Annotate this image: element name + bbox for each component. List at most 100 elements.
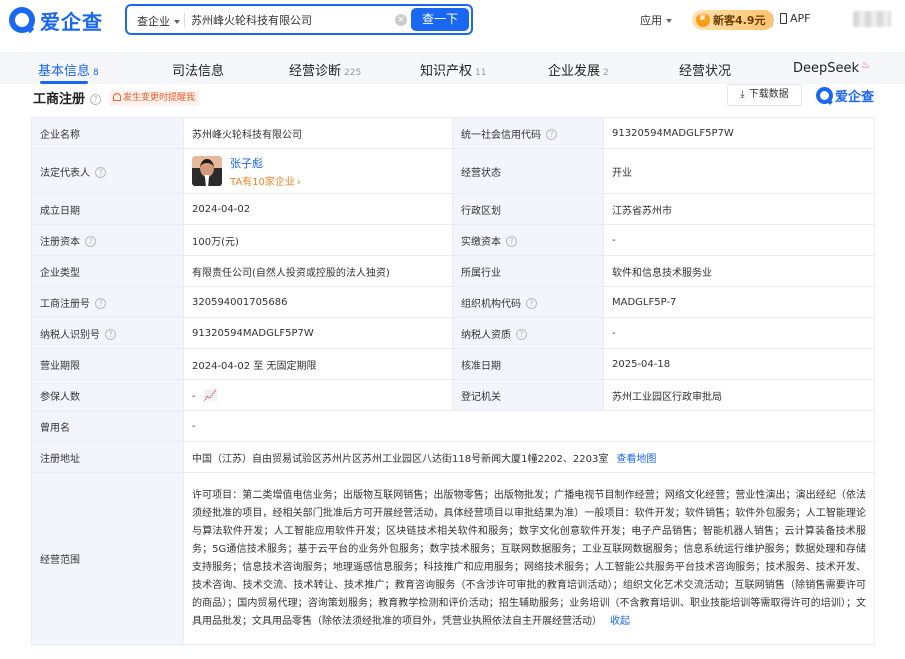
caret-down-icon bbox=[174, 20, 180, 24]
region-value: 江苏省苏州市 bbox=[603, 193, 875, 225]
founded-value: 2024-04-02 bbox=[183, 193, 453, 225]
former-name-value: - bbox=[183, 410, 875, 442]
credit-code-value: 91320594MADGLF5P7W bbox=[603, 117, 875, 149]
brand-logo[interactable]: 爱企查 bbox=[9, 6, 119, 34]
logo-mark-icon bbox=[9, 7, 35, 33]
table-row: 成立日期 2024-04-02 行政区划 江苏省苏州市 bbox=[31, 193, 875, 225]
help-icon[interactable]: ? bbox=[95, 166, 106, 178]
credit-code-label: 统一社会信用代码? bbox=[452, 117, 604, 149]
address-cell: 中国（江苏）自由贸易试验区苏州片区苏州工业园区八达街118号新闻大厦1幢2202… bbox=[183, 441, 875, 473]
table-row: 企业名称 苏州峰火轮科技有限公司 统一社会信用代码? 91320594MADGL… bbox=[31, 117, 875, 149]
insured-label: 参保人数 bbox=[31, 379, 184, 411]
table-row: 曾用名 - bbox=[31, 410, 875, 442]
table-row: 工商注册号? 320594001705686 组织机构代码? MADGLF5P-… bbox=[31, 286, 875, 318]
table-row: 企业类型 有限责任公司(自然人投资或控股的法人独资) 所属行业 软件和信息技术服… bbox=[31, 255, 875, 287]
insured-value: - bbox=[192, 390, 196, 402]
address-value: 中国（江苏）自由贸易试验区苏州片区苏州工业园区八达街118号新闻大厦1幢2202… bbox=[192, 453, 609, 465]
search-type-select[interactable]: 查企业 bbox=[137, 13, 180, 29]
reg-capital-label: 注册资本? bbox=[31, 224, 184, 256]
phone-icon bbox=[780, 13, 787, 24]
help-icon[interactable]: ? bbox=[90, 94, 102, 105]
help-icon[interactable]: ? bbox=[85, 235, 96, 247]
industry-value: 软件和信息技术服务业 bbox=[603, 255, 875, 287]
search-input[interactable] bbox=[191, 11, 391, 29]
status-label: 经营状态 bbox=[452, 148, 604, 194]
former-name-label: 曾用名 bbox=[31, 410, 184, 442]
promo-badge[interactable]: 新客4.9元 bbox=[692, 10, 774, 30]
tab-business-status[interactable]: 经营状况 bbox=[679, 60, 731, 79]
legal-rep-avatar[interactable] bbox=[192, 156, 222, 186]
help-icon[interactable]: ? bbox=[526, 297, 537, 309]
table-row: 经营范围 许可项目：第二类增值电信业务；出版物互联网销售；出版物零售；出版物批发… bbox=[31, 472, 875, 645]
reg-no-value: 320594001705686 bbox=[183, 286, 453, 318]
caret-down-icon bbox=[666, 19, 672, 23]
org-code-label: 组织机构代码? bbox=[452, 286, 604, 318]
table-row: 法定代表人? 张子彪 TA有10家企业 › 经营状态 开业 bbox=[31, 148, 875, 194]
legal-rep-name-link[interactable]: 张子彪 bbox=[230, 155, 301, 171]
scope-label: 经营范围 bbox=[31, 472, 184, 645]
type-label: 企业类型 bbox=[31, 255, 184, 287]
tab-basic-info[interactable]: 基本信息 8 bbox=[38, 60, 99, 79]
view-map-link[interactable]: 查看地图 bbox=[616, 454, 656, 465]
table-row: 营业期限 2024-04-02 至 无固定期限 核准日期 2025-04-18 bbox=[31, 348, 875, 380]
section-title: 工商注册? bbox=[33, 88, 102, 107]
scope-cell: 许可项目：第二类增值电信业务；出版物互联网销售；出版物零售；出版物批发；广播电视… bbox=[183, 472, 875, 645]
authority-value: 苏州工业园区行政审批局 bbox=[603, 379, 875, 411]
help-icon[interactable]: ? bbox=[516, 328, 527, 340]
term-label: 营业期限 bbox=[31, 348, 184, 380]
top-bar: 爱企查 查企业 × 查一下 应用 新客4.9元 APF bbox=[0, 0, 905, 44]
chevron-right-icon: › bbox=[296, 176, 301, 188]
collapse-link[interactable]: 收起 bbox=[610, 616, 630, 627]
tax-id-value: 91320594MADGLF5P7W bbox=[183, 317, 453, 349]
reg-capital-value: 100万(元) bbox=[183, 224, 453, 256]
paid-capital-value: - bbox=[603, 224, 875, 256]
tab-bar: 基本信息 8 司法信息 经营诊断 225 知识产权 11 企业发展 2 经营状况 Dee… bbox=[0, 52, 905, 84]
legal-rep-cell: 张子彪 TA有10家企业 › bbox=[183, 148, 453, 194]
status-value: 开业 bbox=[603, 148, 875, 194]
tab-judicial-info[interactable]: 司法信息 bbox=[172, 60, 224, 79]
brand-name: 爱企查 bbox=[40, 9, 103, 34]
legal-rep-companies-link[interactable]: TA有10家企业 › bbox=[230, 173, 301, 188]
tab-intellectual-property[interactable]: 知识产权 11 bbox=[420, 60, 486, 79]
approved-value: 2025-04-18 bbox=[603, 348, 875, 380]
registration-info-table: 企业名称 苏州峰火轮科技有限公司 统一社会信用代码? 91320594MADGL… bbox=[31, 117, 875, 645]
divider bbox=[772, 14, 773, 27]
help-icon[interactable]: ? bbox=[95, 297, 106, 309]
search-button[interactable]: 查一下 bbox=[411, 8, 469, 31]
tab-company-development[interactable]: 企业发展 2 bbox=[548, 60, 609, 79]
logo-mark-icon bbox=[816, 87, 833, 104]
crown-icon bbox=[696, 12, 710, 27]
company-name-label: 企业名称 bbox=[31, 117, 184, 149]
tab-operation-diagnosis[interactable]: 经营诊断 225 bbox=[289, 60, 361, 79]
user-avatar[interactable] bbox=[853, 11, 891, 27]
insured-cell: - 📈 bbox=[183, 379, 453, 411]
help-icon[interactable]: ? bbox=[546, 128, 557, 140]
search-box: 查企业 × 查一下 bbox=[125, 4, 473, 35]
section-brand-logo: 爱企查 bbox=[816, 86, 874, 105]
download-data-button[interactable]: ⤓ 下载数据 bbox=[727, 84, 802, 106]
table-row: 注册资本? 100万(元) 实缴资本? - bbox=[31, 224, 875, 256]
clear-icon[interactable]: × bbox=[395, 14, 407, 26]
table-row: 纳税人识别号? 91320594MADGLF5P7W 纳税人资质? - bbox=[31, 317, 875, 349]
tax-id-label: 纳税人识别号? bbox=[31, 317, 184, 349]
download-icon: ⤓ bbox=[740, 89, 745, 100]
trend-chart-icon[interactable]: 📈 bbox=[204, 389, 218, 402]
tab-deepseek[interactable]: DeepSeek ♨ bbox=[793, 60, 870, 76]
change-alert-button[interactable]: 发生变更时提醒我 bbox=[109, 91, 200, 106]
legal-rep-label: 法定代表人? bbox=[31, 148, 184, 194]
help-icon[interactable]: ? bbox=[506, 235, 517, 247]
approved-label: 核准日期 bbox=[452, 348, 604, 380]
region-label: 行政区划 bbox=[452, 193, 604, 225]
authority-label: 登记机关 bbox=[452, 379, 604, 411]
reg-no-label: 工商注册号? bbox=[31, 286, 184, 318]
help-icon[interactable]: ? bbox=[105, 328, 116, 340]
founded-label: 成立日期 bbox=[31, 193, 184, 225]
active-tab-indicator bbox=[40, 81, 88, 84]
table-row: 参保人数 - 📈 登记机关 苏州工业园区行政审批局 bbox=[31, 379, 875, 411]
app-download-link[interactable]: APF bbox=[780, 12, 811, 25]
type-value: 有限责任公司(自然人投资或控股的法人独资) bbox=[183, 255, 453, 287]
org-code-value: MADGLF5P-7 bbox=[603, 286, 875, 318]
app-menu[interactable]: 应用 bbox=[640, 12, 672, 28]
paid-capital-label: 实缴资本? bbox=[452, 224, 604, 256]
tax-qual-label: 纳税人资质? bbox=[452, 317, 604, 349]
